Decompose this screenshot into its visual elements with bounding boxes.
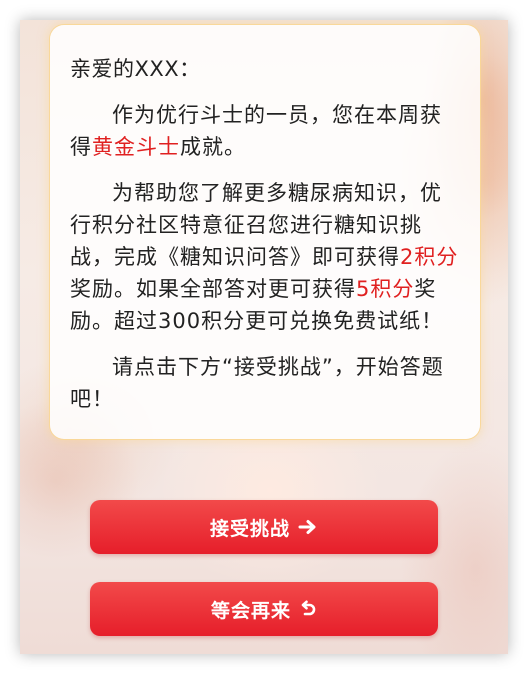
greeting: 亲爱的XXX： — [70, 57, 201, 81]
points-reward-complete: 2积分 — [400, 245, 459, 269]
come-back-later-label: 等会再来 — [210, 599, 291, 622]
points-reward-perfect: 5积分 — [356, 277, 415, 301]
achievement-name: 黄金斗士 — [92, 135, 180, 159]
accept-challenge-button[interactable]: 接受挑战 — [90, 500, 438, 554]
undo-arrow-icon — [299, 600, 317, 618]
paragraph-text: 奖励。如果全部答对更可获得 — [70, 277, 356, 301]
achievement-paragraph: 作为优行斗士的一员，您在本周获得黄金斗士成就。 — [70, 99, 460, 163]
screen: 亲爱的XXX： 作为优行斗士的一员，您在本周获得黄金斗士成就。 为帮助您了解更多… — [20, 20, 508, 654]
challenge-paragraph: 为帮助您了解更多糖尿病知识，优行积分社区特意征召您进行糖知识挑战，完成《糖知识问… — [70, 177, 460, 337]
accept-challenge-label: 接受挑战 — [209, 517, 290, 540]
arrow-right-icon — [298, 519, 318, 535]
instruction-paragraph: 请点击下方“接受挑战”，开始答题吧！ — [70, 355, 444, 411]
paragraph-text: 成就。 — [180, 135, 246, 159]
come-back-later-button[interactable]: 等会再来 — [90, 582, 438, 636]
paragraph-text: 为帮助您了解更多糖尿病知识，优行积分社区特意征召您进行糖知识挑战，完成《糖知识问… — [70, 181, 442, 269]
message-card: 亲爱的XXX： 作为优行斗士的一员，您在本周获得黄金斗士成就。 为帮助您了解更多… — [50, 25, 480, 439]
